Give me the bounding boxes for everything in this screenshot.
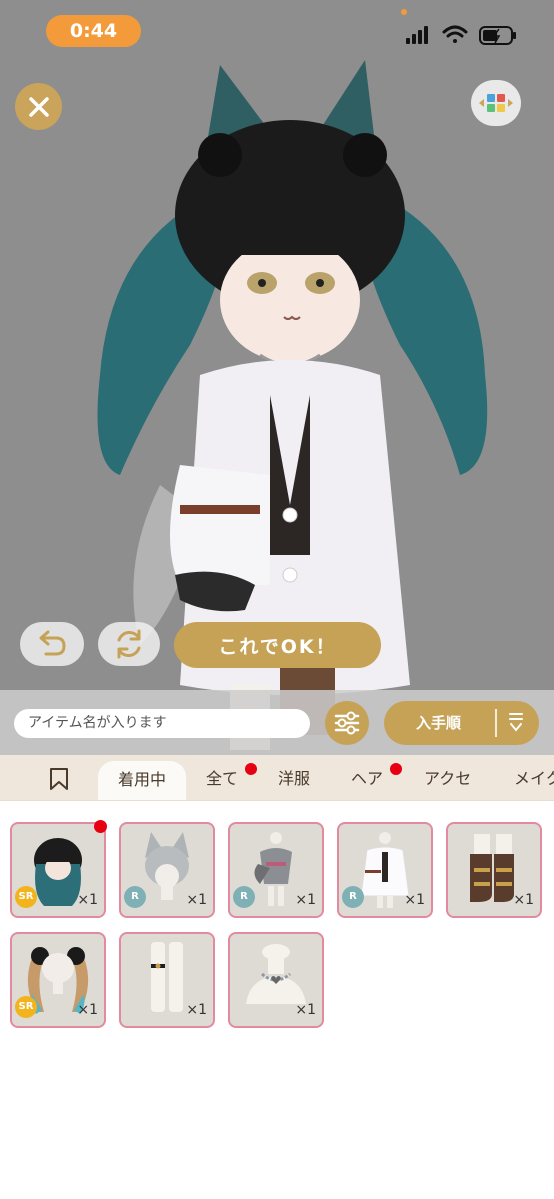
- sort-descending-icon: [509, 713, 523, 732]
- rarity-badge: SR: [15, 996, 37, 1018]
- item-card[interactable]: SR ×1: [10, 822, 106, 918]
- tab-all-badge: [245, 763, 257, 775]
- filter-button[interactable]: [325, 701, 369, 745]
- item-count: ×1: [295, 1002, 316, 1018]
- undo-icon: [39, 630, 66, 656]
- rarity-badge: SR: [15, 886, 37, 908]
- item-card[interactable]: SR ×1: [10, 932, 106, 1028]
- status-time: 0:44: [46, 15, 141, 47]
- sort-divider: [495, 709, 497, 737]
- item-card[interactable]: ×1: [119, 932, 215, 1028]
- search-sort-bar: アイテム名が入ります 入手順: [0, 690, 554, 755]
- avatar-preview: 0:44 これでOK！: [0, 0, 554, 755]
- category-tabs: 着用中 全て 洋服 ヘア アクセ メイク: [0, 755, 554, 801]
- battery-icon: [479, 26, 516, 45]
- tab-clothes[interactable]: 洋服: [278, 755, 310, 800]
- wifi-icon: [442, 25, 468, 43]
- rotate-icon: [117, 629, 141, 659]
- item-count: ×1: [186, 1002, 207, 1018]
- tab-wearing[interactable]: 着用中: [98, 761, 186, 800]
- tab-all[interactable]: 全て: [206, 755, 238, 800]
- close-button[interactable]: [15, 83, 62, 130]
- rarity-badge: R: [342, 886, 364, 908]
- item-count: ×1: [186, 892, 207, 908]
- undo-button[interactable]: [20, 622, 84, 666]
- tab-accessory[interactable]: アクセ: [424, 755, 471, 800]
- tab-makeup[interactable]: メイク: [514, 755, 554, 800]
- close-icon: [28, 96, 49, 117]
- sliders-icon: [334, 711, 360, 735]
- confirm-ok-button[interactable]: これでOK！: [174, 622, 381, 668]
- new-badge: [94, 820, 107, 833]
- sort-label: 入手順: [416, 714, 462, 732]
- item-count: ×1: [295, 892, 316, 908]
- item-count: ×1: [77, 1002, 98, 1018]
- status-indicator-dot: [401, 9, 407, 15]
- rarity-badge: R: [124, 886, 146, 908]
- item-count: ×1: [404, 892, 425, 908]
- sort-order-button[interactable]: 入手順: [384, 701, 539, 745]
- rotate-button[interactable]: [98, 622, 160, 666]
- bookmark-icon[interactable]: [48, 767, 70, 791]
- item-count: ×1: [77, 892, 98, 908]
- rarity-badge: R: [233, 886, 255, 908]
- item-count: ×1: [513, 892, 534, 908]
- item-card[interactable]: ×1: [446, 822, 542, 918]
- signal-icon: [406, 26, 428, 44]
- item-search-input[interactable]: アイテム名が入ります: [14, 709, 310, 738]
- tab-hair-badge: [390, 763, 402, 775]
- tab-hair[interactable]: ヘア: [351, 755, 383, 800]
- item-card[interactable]: R ×1: [337, 822, 433, 918]
- item-card[interactable]: ×1: [228, 932, 324, 1028]
- item-card[interactable]: R ×1: [119, 822, 215, 918]
- item-card[interactable]: R ×1: [228, 822, 324, 918]
